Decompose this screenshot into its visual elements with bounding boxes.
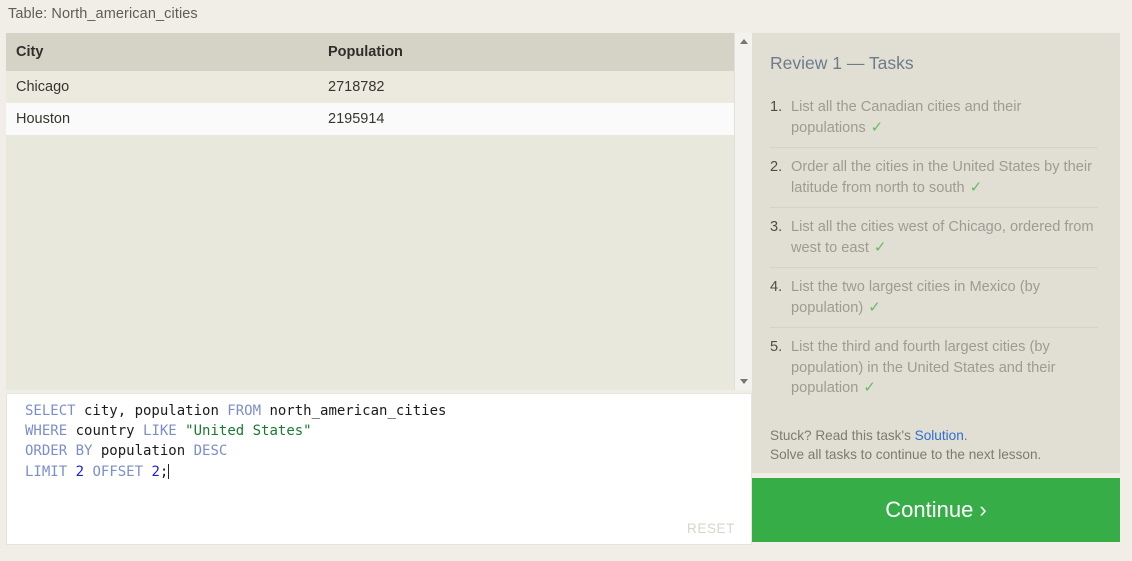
task-item[interactable]: List the third and fourth largest cities…	[770, 328, 1098, 408]
task-complete-check-icon: ✓	[870, 118, 884, 136]
task-item[interactable]: List the two largest cities in Mexico (b…	[770, 268, 1098, 328]
task-text: Order all the cities in the United State…	[791, 159, 1092, 196]
continue-button[interactable]: Continue ›	[752, 478, 1120, 542]
scroll-up-arrow-icon[interactable]	[735, 33, 752, 50]
task-complete-check-icon: ✓	[969, 178, 983, 196]
cell-population: 2718782	[318, 71, 736, 103]
tasks-footer: Stuck? Read this task's Solution. Solve …	[770, 426, 1098, 465]
sql-token: OFFSET	[92, 463, 144, 480]
table-caption: Table: North_american_cities	[8, 6, 198, 22]
task-item[interactable]: Order all the cities in the United State…	[770, 148, 1098, 208]
column-header-population[interactable]: Population	[318, 33, 736, 71]
sql-token: BY	[75, 443, 93, 460]
text-cursor	[168, 463, 170, 479]
sql-token: FROM	[227, 403, 262, 419]
task-complete-check-icon: ✓	[873, 238, 887, 256]
task-text: List the two largest cities in Mexico (b…	[791, 279, 1040, 316]
footer-period: .	[963, 427, 968, 443]
sql-token: WHERE	[25, 423, 68, 440]
tasks-panel: Review 1 — Tasks List all the Canadian c…	[752, 33, 1120, 473]
task-text: List the third and fourth largest cities…	[791, 339, 1056, 396]
sql-token: ;	[159, 463, 169, 480]
cell-city: Chicago	[6, 71, 318, 103]
sql-token: 2	[75, 463, 85, 480]
cell-population: 2195914	[318, 103, 736, 135]
sql-lesson-page: Table: North_american_cities City Popula…	[0, 0, 1132, 561]
sql-token: "United States"	[185, 423, 312, 440]
solution-link[interactable]: Solution	[915, 428, 964, 443]
sql-token: 2	[151, 463, 160, 480]
sql-token: city, population	[75, 403, 228, 419]
sql-code-text[interactable]: SELECT city, population FROM north_ameri…	[25, 401, 446, 482]
task-text: List all the Canadian cities and their p…	[791, 99, 1022, 136]
scroll-down-arrow-icon[interactable]	[735, 373, 752, 390]
left-column: Table: North_american_cities City Popula…	[0, 0, 752, 561]
sql-token: north_american_cities	[261, 403, 447, 419]
task-text: List all the cities west of Chicago, ord…	[791, 219, 1094, 256]
sql-token: DESC	[193, 443, 228, 460]
task-complete-check-icon: ✓	[863, 379, 876, 396]
table-row: Chicago 2718782	[6, 71, 736, 103]
results-table: City Population Chicago 2718782 Houston …	[6, 33, 736, 135]
sql-token: LIKE	[143, 423, 177, 440]
task-complete-check-icon: ✓	[868, 298, 881, 316]
task-list: List all the Canadian cities and their p…	[770, 88, 1098, 408]
reset-button[interactable]: RESET	[687, 521, 735, 536]
sql-token: country	[67, 423, 144, 440]
table-row: Houston 2195914	[6, 103, 736, 135]
sql-token: ORDER	[25, 443, 68, 460]
table-header-row: City Population	[6, 33, 736, 71]
stuck-text: Stuck? Read this task's	[770, 427, 915, 443]
column-header-city[interactable]: City	[6, 33, 318, 71]
sql-token: LIMIT	[25, 463, 68, 480]
cell-city: Houston	[6, 103, 318, 135]
query-results-panel: City Population Chicago 2718782 Houston …	[6, 33, 736, 390]
sql-token: population	[92, 443, 194, 460]
solve-all-text: Solve all tasks to continue to the next …	[770, 447, 1042, 462]
task-item[interactable]: List all the Canadian cities and their p…	[770, 88, 1098, 148]
task-item[interactable]: List all the cities west of Chicago, ord…	[770, 208, 1098, 268]
sql-token: SELECT	[25, 403, 76, 419]
tasks-title: Review 1 — Tasks	[770, 53, 914, 73]
sql-editor[interactable]: SELECT city, population FROM north_ameri…	[6, 393, 752, 545]
results-scrollbar[interactable]	[734, 33, 752, 390]
